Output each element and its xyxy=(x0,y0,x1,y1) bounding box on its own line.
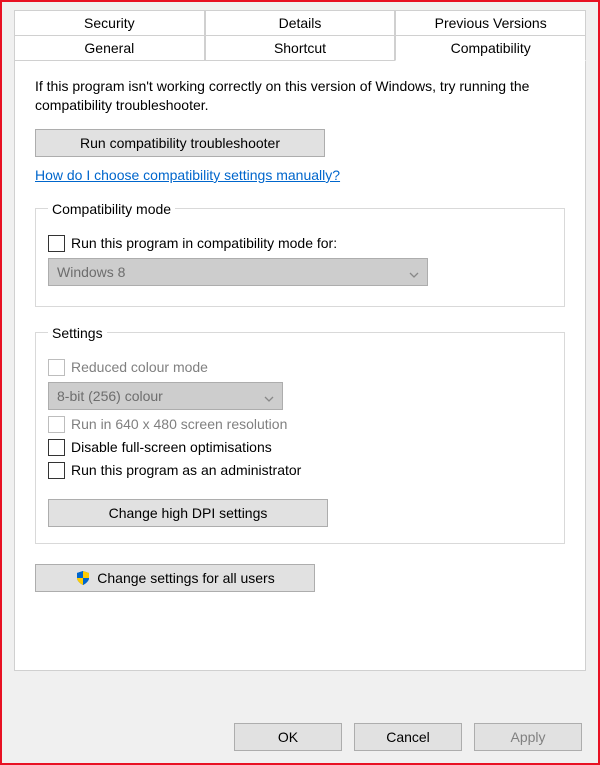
shield-icon xyxy=(75,570,91,586)
properties-dialog: Security Details Previous Versions Gener… xyxy=(0,0,600,765)
disable-fullscreen-checkbox[interactable] xyxy=(48,439,65,456)
compat-mode-combo-value: Windows 8 xyxy=(57,264,125,280)
run-640-label: Run in 640 x 480 screen resolution xyxy=(71,416,287,432)
disable-fullscreen-row[interactable]: Disable full-screen optimisations xyxy=(48,439,552,456)
apply-button[interactable]: Apply xyxy=(474,723,582,751)
change-dpi-button[interactable]: Change high DPI settings xyxy=(48,499,328,527)
chevron-down-icon xyxy=(264,391,274,401)
dialog-footer: OK Cancel Apply xyxy=(234,723,582,751)
colour-depth-value: 8-bit (256) colour xyxy=(57,388,163,404)
compat-mode-checkbox-row[interactable]: Run this program in compatibility mode f… xyxy=(48,235,552,252)
tab-general[interactable]: General xyxy=(14,35,205,61)
tabs-row-2: General Shortcut Compatibility xyxy=(14,35,586,61)
run-640-checkbox xyxy=(48,416,65,433)
tab-compatibility[interactable]: Compatibility xyxy=(395,35,586,61)
compatibility-mode-group: Compatibility mode Run this program in c… xyxy=(35,201,565,307)
tab-body-compatibility: If this program isn't working correctly … xyxy=(14,61,586,671)
change-all-users-label: Change settings for all users xyxy=(97,570,274,586)
compat-mode-label: Run this program in compatibility mode f… xyxy=(71,235,337,251)
cancel-button[interactable]: Cancel xyxy=(354,723,462,751)
tab-security[interactable]: Security xyxy=(14,10,205,35)
chevron-down-icon xyxy=(409,267,419,277)
tab-shortcut[interactable]: Shortcut xyxy=(205,35,396,61)
tab-previous-versions[interactable]: Previous Versions xyxy=(395,10,586,35)
run-640-row: Run in 640 x 480 screen resolution xyxy=(48,416,552,433)
colour-depth-combo: 8-bit (256) colour xyxy=(48,382,283,410)
run-admin-label: Run this program as an administrator xyxy=(71,462,301,478)
tab-details[interactable]: Details xyxy=(205,10,396,35)
disable-fullscreen-label: Disable full-screen optimisations xyxy=(71,439,272,455)
settings-legend: Settings xyxy=(48,325,107,341)
compatibility-mode-legend: Compatibility mode xyxy=(48,201,175,217)
run-troubleshooter-button[interactable]: Run compatibility troubleshooter xyxy=(35,129,325,157)
run-admin-checkbox[interactable] xyxy=(48,462,65,479)
settings-group: Settings Reduced colour mode 8-bit (256)… xyxy=(35,325,565,544)
run-admin-row[interactable]: Run this program as an administrator xyxy=(48,462,552,479)
tabs-row-1: Security Details Previous Versions xyxy=(14,10,586,35)
reduced-colour-label: Reduced colour mode xyxy=(71,359,208,375)
reduced-colour-checkbox xyxy=(48,359,65,376)
change-all-users-button[interactable]: Change settings for all users xyxy=(35,564,315,592)
ok-button[interactable]: OK xyxy=(234,723,342,751)
compat-mode-combo[interactable]: Windows 8 xyxy=(48,258,428,286)
help-link[interactable]: How do I choose compatibility settings m… xyxy=(35,167,340,183)
intro-text: If this program isn't working correctly … xyxy=(35,77,565,115)
reduced-colour-row: Reduced colour mode xyxy=(48,359,552,376)
compat-mode-checkbox[interactable] xyxy=(48,235,65,252)
